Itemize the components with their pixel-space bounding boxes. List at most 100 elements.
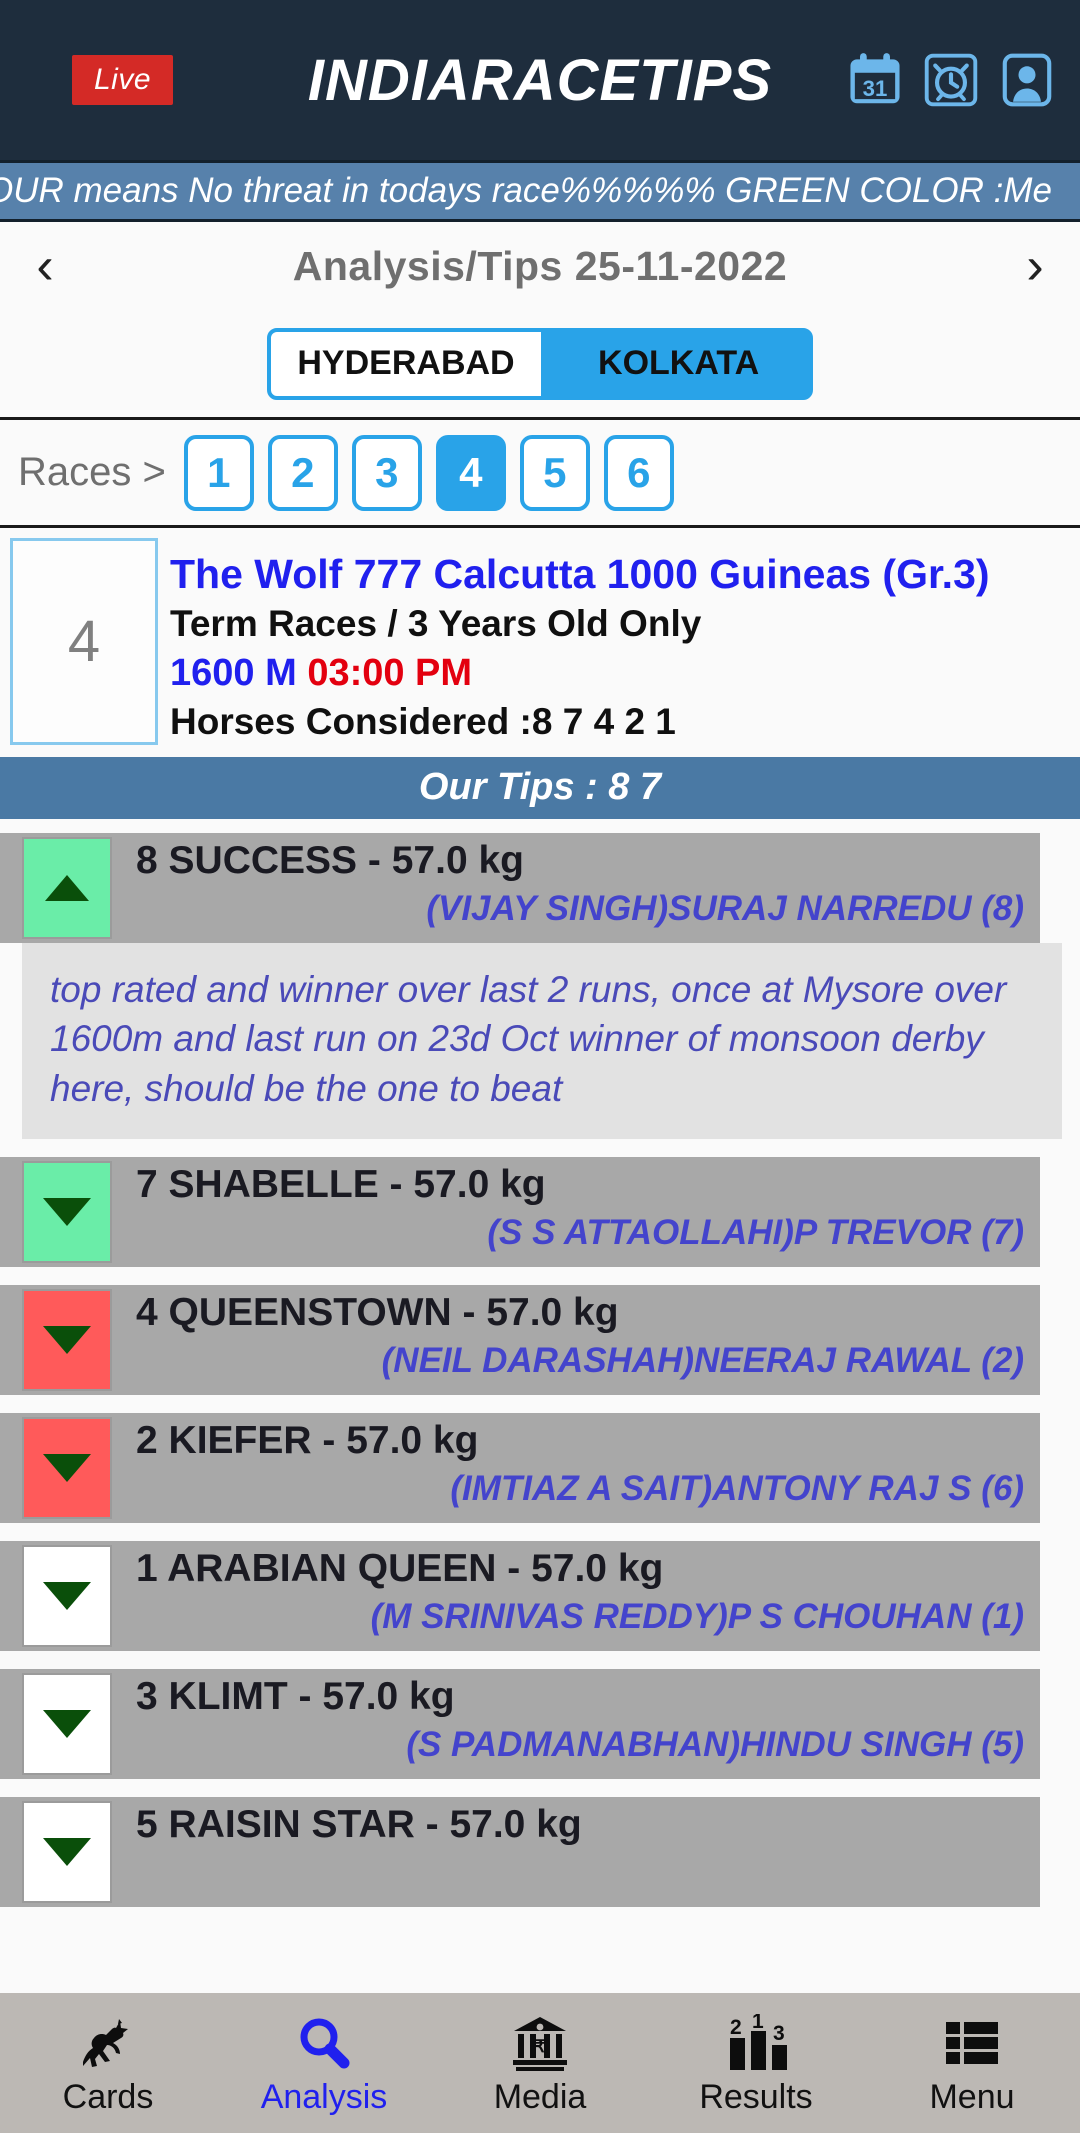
entry-main: 2 KIEFER - 57.0 kg (IMTIAZ A SAIT)ANTONY… <box>112 1413 1040 1523</box>
list-item[interactable]: 4 QUEENSTOWN - 57.0 kg (NEIL DARASHAH)NE… <box>0 1285 1080 1396</box>
our-tips-bar: Our Tips : 8 7 <box>0 756 1080 819</box>
entry-row[interactable]: 1 ARABIAN QUEEN - 57.0 kg (M SRINIVAS RE… <box>0 1541 1040 1652</box>
nav-tab-media[interactable]: ₹ Media <box>432 1993 648 2133</box>
races-label: Races > <box>18 450 166 494</box>
trainer-jockey: (S PADMANABHAN)HINDU SINGH (5) <box>406 1725 1024 1765</box>
horse-name-weight: 2 KIEFER - 57.0 kg <box>136 1419 479 1463</box>
race-pill-2[interactable]: 2 <box>267 434 338 511</box>
horse-name-weight: 4 QUEENSTOWN - 57.0 kg <box>136 1291 619 1335</box>
race-time: 03:00 PM <box>307 651 473 694</box>
app-header: Live INDIARACETIPS 31 <box>0 0 1080 160</box>
horse-name-weight: 3 KLIMT - 57.0 kg <box>136 1675 455 1719</box>
arrow-down-icon <box>43 1198 91 1227</box>
live-badge[interactable]: Live <box>72 55 174 105</box>
race-distance-time: 1600 M 03:00 PM <box>170 651 990 697</box>
nav-label-results: Results <box>699 2077 813 2116</box>
list-item[interactable]: 3 KLIMT - 57.0 kg (S PADMANABHAN)HINDU S… <box>0 1669 1080 1780</box>
entry-row[interactable]: 2 KIEFER - 57.0 kg (IMTIAZ A SAIT)ANTONY… <box>0 1413 1040 1524</box>
rating-flag <box>22 1801 112 1904</box>
list-item[interactable]: 7 SHABELLE - 57.0 kg (S S ATTAOLLAHI)P T… <box>0 1157 1080 1268</box>
rating-flag <box>22 1545 112 1648</box>
trainer-jockey: (NEIL DARASHAH)NEERAJ RAWAL (2) <box>381 1341 1024 1381</box>
marquee-text: OUR means No threat in todays race%%%%% … <box>0 171 1052 210</box>
svg-text:31: 31 <box>863 76 888 101</box>
next-day-button[interactable]: › <box>990 240 1080 292</box>
alarm-clock-icon[interactable] <box>920 49 982 111</box>
nav-tab-cards[interactable]: Cards <box>0 1993 216 2133</box>
nav-tab-menu[interactable]: Menu <box>864 1993 1080 2133</box>
race-pill-4[interactable]: 4 <box>435 434 506 511</box>
race-title: The Wolf 777 Calcutta 1000 Guineas (Gr.3… <box>170 551 990 597</box>
trainer-jockey: (VIJAY SINGH)SURAJ NARREDU (8) <box>426 888 1024 928</box>
race-pill-5[interactable]: 5 <box>519 434 590 511</box>
grid-list-icon <box>943 2010 1001 2072</box>
horses-considered: Horses Considered :8 7 4 2 1 <box>170 701 676 743</box>
rating-flag <box>22 1289 112 1392</box>
entry-main: 7 SHABELLE - 57.0 kg (S S ATTAOLLAHI)P T… <box>112 1157 1040 1267</box>
venue-tab-kolkata[interactable]: KOLKATA <box>544 327 813 400</box>
date-navigation: ‹ Analysis/Tips 25-11-2022 › <box>0 222 1080 310</box>
horse-name-weight: 1 ARABIAN QUEEN - 57.0 kg <box>136 1547 664 1591</box>
trainer-jockey: (S S ATTAOLLAHI)P TREVOR (7) <box>487 1213 1024 1253</box>
nav-label-cards: Cards <box>62 2077 154 2116</box>
arrow-up-icon <box>45 874 89 901</box>
venue-tabs: HYDERABAD KOLKATA <box>0 310 1080 420</box>
horse-name-weight: 7 SHABELLE - 57.0 kg <box>136 1163 546 1207</box>
list-item[interactable]: 8 SUCCESS - 57.0 kg (VIJAY SINGH)SURAJ N… <box>0 832 1080 1140</box>
magnifier-icon <box>294 2010 354 2072</box>
svg-text:₹: ₹ <box>535 2037 546 2056</box>
rating-flag <box>22 1417 112 1520</box>
entry-main: 8 SUCCESS - 57.0 kg (VIJAY SINGH)SURAJ N… <box>112 833 1040 943</box>
arrow-down-icon <box>43 1838 91 1867</box>
race-pill-3[interactable]: 3 <box>351 434 422 511</box>
arrow-down-icon <box>43 1710 91 1739</box>
nav-tab-analysis[interactable]: Analysis <box>216 1993 432 2133</box>
svg-text:1: 1 <box>752 2014 764 2033</box>
page-title: Analysis/Tips 25-11-2022 <box>292 242 788 289</box>
entry-main: 5 RAISIN STAR - 57.0 kg <box>112 1797 1040 1907</box>
nav-label-analysis: Analysis <box>260 2077 388 2116</box>
calendar-icon[interactable]: 31 <box>844 49 906 111</box>
svg-text:2: 2 <box>730 2016 742 2039</box>
entry-row[interactable]: 7 SHABELLE - 57.0 kg (S S ATTAOLLAHI)P T… <box>0 1157 1040 1268</box>
trainer-jockey: (IMTIAZ A SAIT)ANTONY RAJ S (6) <box>450 1469 1024 1509</box>
bottom-navigation: Cards Analysis ₹ Media 2 1 3 Results Men… <box>0 1993 1080 2133</box>
venue-tab-hyderabad[interactable]: HYDERABAD <box>267 327 545 400</box>
rating-flag <box>22 836 112 939</box>
nav-label-menu: Menu <box>929 2077 1015 2116</box>
rating-flag <box>22 1673 112 1776</box>
rating-flag <box>22 1161 112 1264</box>
entry-main: 4 QUEENSTOWN - 57.0 kg (NEIL DARASHAH)NE… <box>112 1285 1040 1395</box>
previous-day-button[interactable]: ‹ <box>0 240 90 292</box>
nav-tab-results[interactable]: 2 1 3 Results <box>648 1993 864 2133</box>
bank-rupee-icon: ₹ <box>509 2010 571 2072</box>
race-pill-6[interactable]: 6 <box>603 434 674 511</box>
news-marquee: OUR means No threat in todays race%%%%% … <box>0 160 1080 222</box>
race-pill-group: 1 2 3 4 5 6 <box>183 434 674 511</box>
list-item[interactable]: 5 RAISIN STAR - 57.0 kg <box>0 1797 1080 1908</box>
race-pill-1[interactable]: 1 <box>183 434 254 511</box>
race-distance: 1600 M <box>170 651 297 694</box>
horse-name-weight: 5 RAISIN STAR - 57.0 kg <box>136 1803 582 1847</box>
nav-label-media: Media <box>493 2077 587 2116</box>
entry-row[interactable]: 5 RAISIN STAR - 57.0 kg <box>0 1797 1040 1908</box>
horse-name-weight: 8 SUCCESS - 57.0 kg <box>136 838 524 882</box>
race-header-card: 4 The Wolf 777 Calcutta 1000 Guineas (Gr… <box>0 528 1080 757</box>
list-item[interactable]: 2 KIEFER - 57.0 kg (IMTIAZ A SAIT)ANTONY… <box>0 1413 1080 1524</box>
entry-main: 1 ARABIAN QUEEN - 57.0 kg (M SRINIVAS RE… <box>112 1541 1040 1651</box>
arrow-down-icon <box>43 1454 91 1483</box>
race-selector: Races > 1 2 3 4 5 6 <box>0 420 1080 528</box>
entry-row[interactable]: 8 SUCCESS - 57.0 kg (VIJAY SINGH)SURAJ N… <box>0 832 1040 943</box>
podium-bars-icon: 2 1 3 <box>721 2010 791 2072</box>
profile-icon[interactable] <box>996 49 1058 111</box>
header-icon-group: 31 <box>844 49 1058 111</box>
race-number-box: 4 <box>10 538 158 745</box>
app-root: Live INDIARACETIPS 31 OUR means No threa… <box>0 0 1080 2133</box>
horse-entry-list: 8 SUCCESS - 57.0 kg (VIJAY SINGH)SURAJ N… <box>0 818 1080 1908</box>
trainer-jockey: (M SRINIVAS REDDY)P S CHOUHAN (1) <box>370 1597 1024 1637</box>
arrow-down-icon <box>43 1582 91 1611</box>
entry-row[interactable]: 4 QUEENSTOWN - 57.0 kg (NEIL DARASHAH)NE… <box>0 1285 1040 1396</box>
svg-text:3: 3 <box>773 2022 785 2045</box>
entry-row[interactable]: 3 KLIMT - 57.0 kg (S PADMANABHAN)HINDU S… <box>0 1669 1040 1780</box>
list-item[interactable]: 1 ARABIAN QUEEN - 57.0 kg (M SRINIVAS RE… <box>0 1541 1080 1652</box>
